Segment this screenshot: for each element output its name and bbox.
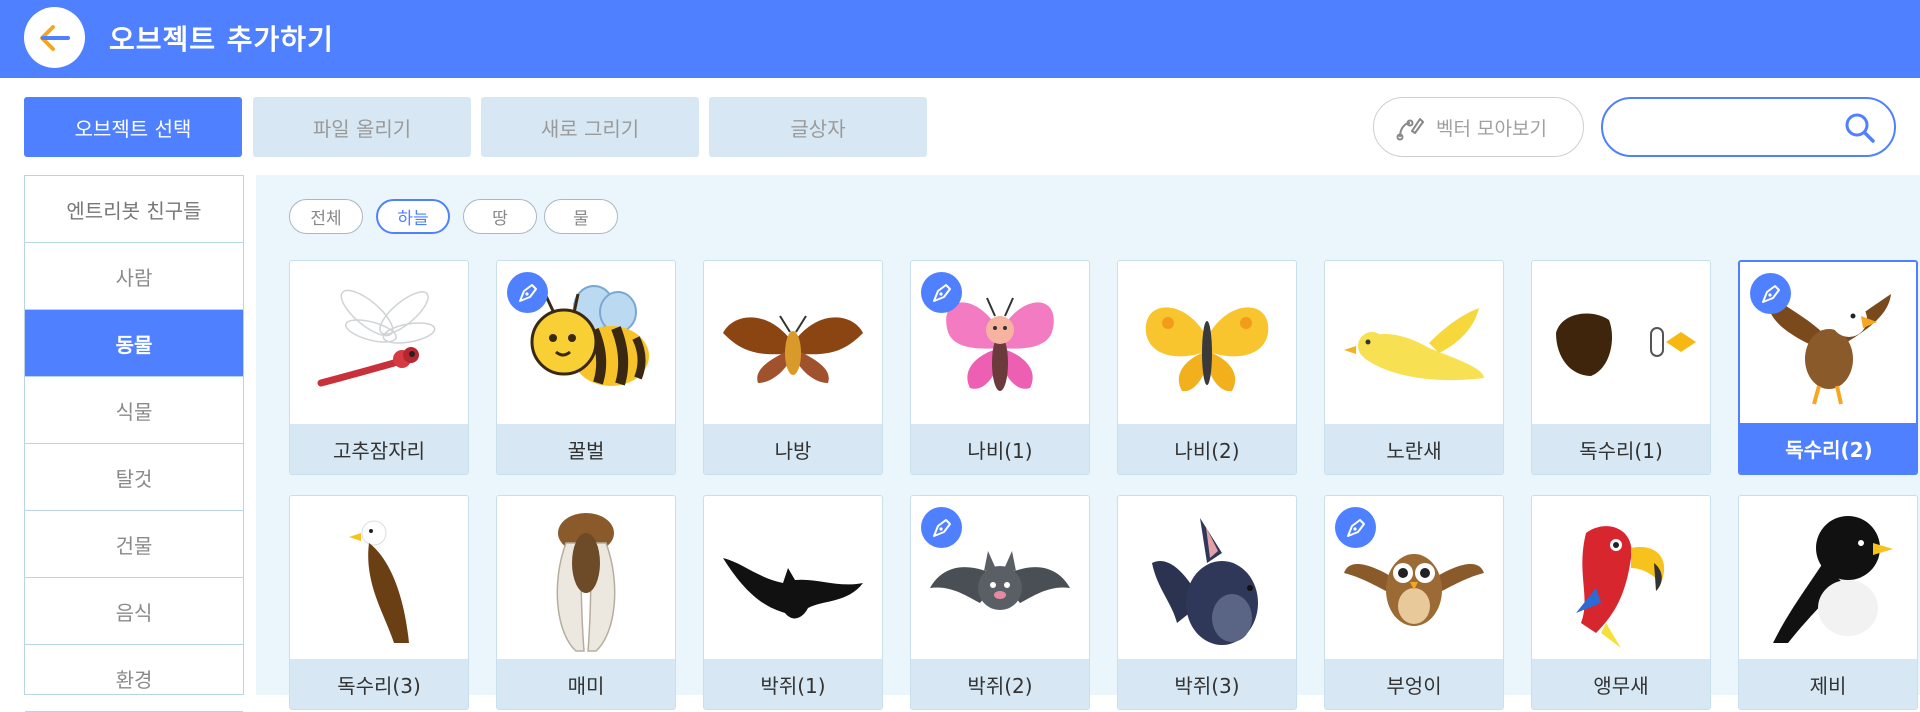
object-name: 나비(2) [1118,424,1296,474]
object-card-cicada[interactable]: 매미 [496,495,676,710]
object-card-eagle-1[interactable]: 독수리(1) [1531,260,1711,475]
top-header: 오브젝트 추가하기 [0,0,1920,78]
sidebar-item-vehicles[interactable]: 탈것 [25,444,243,511]
swallow-icon [1739,496,1917,659]
search-input[interactable] [1625,111,1835,143]
sidebar-item-people[interactable]: 사람 [25,243,243,310]
object-name: 꿀벌 [497,424,675,474]
pen-icon [1761,284,1780,303]
object-card-dragonfly[interactable]: 고추잠자리 [289,260,469,475]
search-icon[interactable] [1844,112,1876,144]
vector-badge [1750,273,1791,314]
object-card-parrot[interactable]: 앵무새 [1531,495,1711,710]
moth-icon [704,261,882,424]
category-sidebar: 엔트리봇 친구들 사람 동물 식물 탈것 건물 음식 환경 [24,175,244,712]
vector-badge [1335,507,1376,548]
object-card-yellow-bird[interactable]: 노란새 [1324,260,1504,475]
object-panel: 전체 하늘 땅 물 고추잠자리 꿀벌 나방 나비(1) 나비(2) 노란새 독수… [256,175,1920,710]
filter-water[interactable]: 물 [544,199,618,234]
object-name: 고추잠자리 [290,424,468,474]
object-name: 노란새 [1325,424,1503,474]
object-card-moth[interactable]: 나방 [703,260,883,475]
object-card-bat-3[interactable]: 박쥐(3) [1117,495,1297,710]
pen-icon [518,283,537,302]
object-name: 독수리(3) [290,659,468,709]
parrot-icon [1532,496,1710,659]
filter-all[interactable]: 전체 [289,199,363,234]
vector-badge [507,272,548,313]
object-card-bee[interactable]: 꿀벌 [496,260,676,475]
eagle-perched-icon [290,496,468,659]
vector-badge [921,272,962,313]
yellow-butterfly-icon [1118,261,1296,424]
vector-pen-icon [1396,118,1424,141]
object-card-bat-1[interactable]: 박쥐(1) [703,495,883,710]
object-card-pink-butterfly[interactable]: 나비(1) [910,260,1090,475]
eagle-parts-icon [1532,261,1710,424]
navy-bat-icon [1118,496,1296,659]
vector-collection-button[interactable]: 벡터 모아보기 [1373,97,1584,157]
back-button[interactable] [24,7,85,68]
object-name: 박쥐(1) [704,659,882,709]
dragonfly-icon [290,261,468,424]
object-name: 나방 [704,424,882,474]
object-name: 제비 [1739,659,1917,709]
sidebar-item-animals[interactable]: 동물 [25,310,243,377]
vector-badge [921,507,962,548]
sidebar-item-environment[interactable]: 환경 [25,645,243,712]
object-name: 박쥐(3) [1118,659,1296,709]
filter-land[interactable]: 땅 [463,199,537,234]
sidebar-item-buildings[interactable]: 건물 [25,511,243,578]
black-bat-icon [704,496,882,659]
pen-icon [932,518,951,537]
filter-sky[interactable]: 하늘 [376,199,450,234]
pen-icon [1346,518,1365,537]
object-name: 나비(1) [911,424,1089,474]
object-name: 앵무새 [1532,659,1710,709]
yellow-bird-icon [1325,261,1503,424]
object-name: 박쥐(2) [911,659,1089,709]
tab-object-select[interactable]: 오브젝트 선택 [24,97,242,157]
sidebar-item-plants[interactable]: 식물 [25,377,243,444]
arrow-left-icon [39,24,70,51]
object-name: 매미 [497,659,675,709]
sidebar-item-food[interactable]: 음식 [25,578,243,645]
search-box [1601,97,1896,157]
vector-collection-label: 벡터 모아보기 [1436,117,1547,140]
cicada-icon [497,496,675,659]
sidebar-item-entrybot-friends[interactable]: 엔트리봇 친구들 [25,176,243,243]
object-card-eagle-3[interactable]: 독수리(3) [289,495,469,710]
page-title: 오브젝트 추가하기 [109,23,334,56]
tab-text-box[interactable]: 글상자 [709,97,927,157]
object-card-eagle-2[interactable]: 독수리(2) [1738,260,1918,475]
object-card-swallow[interactable]: 제비 [1738,495,1918,710]
object-card-yellow-butterfly[interactable]: 나비(2) [1117,260,1297,475]
pen-icon [932,283,951,302]
object-card-owl[interactable]: 부엉이 [1324,495,1504,710]
object-name: 부엉이 [1325,659,1503,709]
object-card-bat-2[interactable]: 박쥐(2) [910,495,1090,710]
object-name: 독수리(1) [1532,424,1710,474]
tab-new-drawing[interactable]: 새로 그리기 [481,97,699,157]
tab-file-upload[interactable]: 파일 올리기 [253,97,471,157]
object-name: 독수리(2) [1740,423,1916,473]
